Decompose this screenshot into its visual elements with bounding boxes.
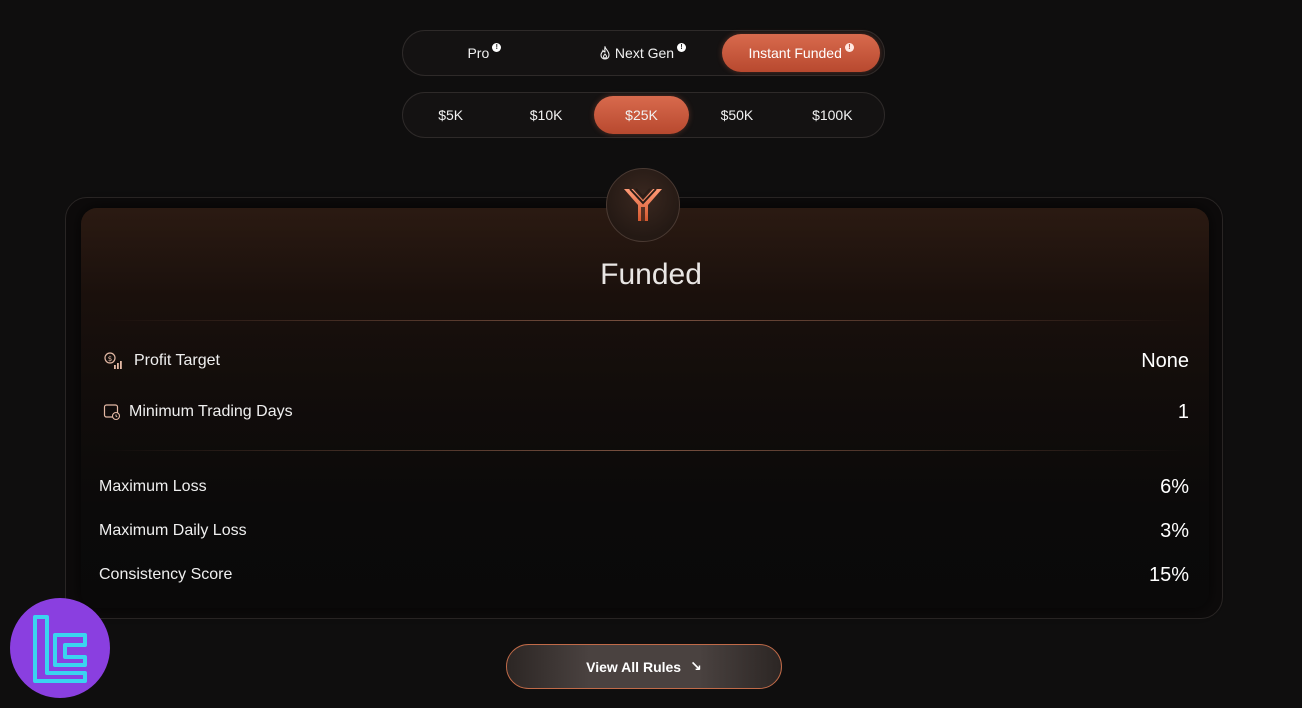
brand-logo: [606, 168, 680, 242]
row-profit-target: $ Profit Target None: [103, 348, 1189, 374]
info-icon[interactable]: !: [844, 42, 854, 52]
tab-pro-label: Pro: [467, 45, 490, 61]
account-size-tabs: $5K $10K $25K $50K $100K: [402, 92, 885, 138]
tab-next-gen[interactable]: Next Gen !: [562, 34, 723, 72]
program-tabs: Pro ! Next Gen ! Instant Funded !: [402, 30, 885, 76]
divider: [100, 450, 1190, 451]
tab-instant-funded-label: Instant Funded: [748, 45, 842, 61]
row-maximum-daily-loss: Maximum Daily Loss 3%: [99, 518, 1189, 544]
svg-text:$: $: [108, 355, 112, 363]
row-value: None: [1141, 349, 1189, 372]
size-5k[interactable]: $5K: [403, 96, 498, 134]
row-label: Minimum Trading Days: [129, 403, 293, 420]
view-all-rules-button[interactable]: View All Rules ↘: [506, 644, 782, 689]
card-title: Funded: [600, 258, 702, 291]
view-all-rules-label: View All Rules: [586, 658, 682, 675]
watermark-logo-icon: [33, 615, 87, 683]
size-25k[interactable]: $25K: [593, 96, 690, 134]
row-value: 15%: [1148, 563, 1189, 586]
info-icon[interactable]: !: [677, 42, 687, 52]
info-icon[interactable]: !: [492, 42, 502, 52]
size-50k[interactable]: $50K: [689, 96, 784, 134]
row-consistency-score: Consistency Score 15%: [99, 562, 1189, 588]
watermark-logo: [10, 598, 110, 698]
row-maximum-loss: Maximum Loss 6%: [99, 474, 1189, 500]
row-label: Consistency Score: [99, 566, 233, 583]
row-value: 1: [1177, 400, 1189, 423]
profit-target-icon: $: [104, 352, 122, 369]
brand-logo-icon: [624, 188, 662, 221]
row-label: Profit Target: [134, 352, 220, 369]
row-min-trading-days: Minimum Trading Days 1: [103, 399, 1189, 425]
row-value: 3%: [1160, 519, 1189, 542]
divider: [100, 320, 1190, 321]
row-label: Maximum Daily Loss: [99, 522, 247, 539]
flame-icon: [600, 46, 610, 60]
calendar-clock-icon: [103, 404, 121, 421]
arrow-down-right-icon: ↘: [690, 658, 702, 674]
row-label: Maximum Loss: [99, 478, 207, 495]
row-value: 6%: [1160, 475, 1189, 498]
tab-pro[interactable]: Pro !: [407, 34, 562, 72]
size-100k[interactable]: $100K: [785, 96, 880, 134]
tab-next-gen-label: Next Gen: [614, 45, 675, 61]
size-10k[interactable]: $10K: [498, 96, 593, 134]
tab-instant-funded[interactable]: Instant Funded !: [722, 34, 880, 72]
